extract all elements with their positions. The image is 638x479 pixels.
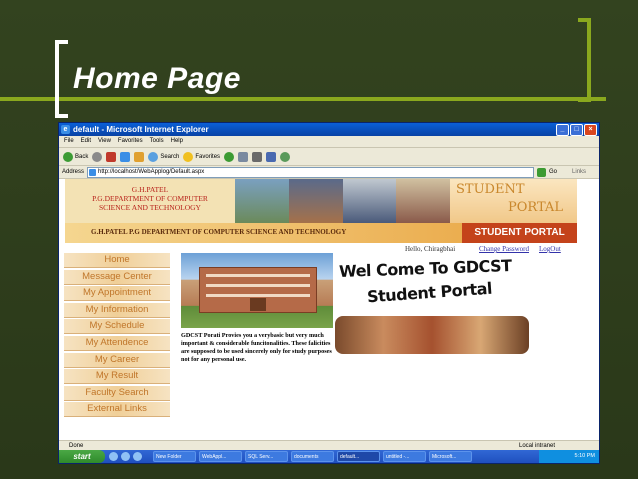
student-portal-logo: STUDENT PORTAL: [450, 179, 577, 223]
edit-icon[interactable]: [266, 151, 277, 162]
quick-launch: [109, 452, 142, 461]
nav-message-center[interactable]: Message Center: [64, 269, 170, 285]
back-button[interactable]: Back: [63, 151, 88, 162]
nav-my-appointment[interactable]: My Appointment: [64, 286, 170, 302]
slide-title: Home Page: [73, 62, 241, 95]
window-title: default - Microsoft Internet Explorer: [73, 125, 209, 134]
address-label: Address: [62, 169, 85, 175]
greeting-text: Hello, Chiragbhai: [405, 245, 456, 253]
header-banner: G.H.PATEL P.G DEPARTMENT OF COMPUTER SCI…: [65, 223, 577, 243]
task-button[interactable]: untitled -...: [383, 451, 426, 462]
search-button[interactable]: Search: [148, 151, 179, 162]
nav-external-links[interactable]: External Links: [64, 402, 170, 418]
menu-tools[interactable]: Tools: [150, 136, 164, 147]
taskbar-tasks: New Folder WebAppl... SQL Serv... docume…: [153, 451, 472, 462]
nav-my-attendence[interactable]: My Attendence: [64, 335, 170, 351]
close-button[interactable]: ×: [584, 124, 597, 136]
menu-file[interactable]: File: [64, 136, 74, 147]
header-photos: [235, 179, 450, 223]
header-photo: [288, 179, 343, 223]
links-button[interactable]: Links: [572, 169, 586, 175]
classroom-photo: [335, 316, 529, 354]
site-header: G.H.PATEL P.G.DEPARTMENT OF COMPUTER SCI…: [65, 179, 577, 243]
org-name: G.H.PATEL P.G.DEPARTMENT OF COMPUTER SCI…: [65, 179, 235, 223]
window-controls: _ □ ×: [556, 124, 597, 136]
task-button[interactable]: New Folder: [153, 451, 196, 462]
address-bar: Address http://localhost/WebApplog/Defau…: [59, 166, 599, 179]
star-icon: [183, 151, 194, 162]
messenger-icon[interactable]: [280, 151, 291, 162]
search-icon: [148, 151, 159, 162]
refresh-icon[interactable]: [120, 151, 131, 162]
forward-arrow-icon[interactable]: [92, 151, 103, 162]
campus-photo: [181, 253, 333, 328]
menu-bar: File Edit View Favorites Tools Help: [59, 136, 599, 148]
slide-bracket-right: [578, 18, 591, 102]
browser-window: e default - Microsoft Internet Explorer …: [58, 122, 600, 464]
task-button[interactable]: SQL Serv...: [245, 451, 288, 462]
minimize-button[interactable]: _: [556, 124, 569, 136]
page-content: G.H.PATEL P.G.DEPARTMENT OF COMPUTER SCI…: [59, 179, 599, 440]
go-icon[interactable]: [537, 167, 547, 177]
task-button-active[interactable]: default...: [337, 451, 380, 462]
header-photo: [235, 179, 289, 223]
slide-divider: [0, 97, 606, 101]
menu-edit[interactable]: Edit: [81, 136, 91, 147]
nav-home[interactable]: Home: [64, 253, 170, 268]
address-input[interactable]: http://localhost/WebApplog/Default.aspx: [87, 166, 535, 178]
menu-favorites[interactable]: Favorites: [118, 136, 143, 147]
nav-my-career[interactable]: My Career: [64, 352, 170, 368]
welcome-heading: Wel Come To GDCST: [338, 255, 512, 282]
nav-my-information[interactable]: My Information: [64, 302, 170, 318]
quick-launch-icon[interactable]: [109, 452, 118, 461]
quick-launch-icon[interactable]: [121, 452, 130, 461]
nav-my-schedule[interactable]: My Schedule: [64, 319, 170, 335]
campus-building: [199, 267, 317, 313]
mail-icon[interactable]: [238, 151, 249, 162]
clock: 5:10 PM: [574, 453, 595, 459]
task-button[interactable]: documents: [291, 451, 334, 462]
taskbar: start New Folder WebAppl... SQL Serv... …: [59, 450, 599, 463]
system-tray: 5:10 PM: [539, 450, 599, 463]
welcome-subheading: Student Portal: [366, 278, 493, 307]
banner-text: G.H.PATEL P.G DEPARTMENT OF COMPUTER SCI…: [91, 228, 347, 236]
back-arrow-icon: [63, 151, 73, 162]
header-photo: [342, 179, 397, 223]
change-password-link[interactable]: Change Password: [479, 245, 529, 253]
task-button[interactable]: Microsoft...: [429, 451, 472, 462]
header-photo: [396, 179, 450, 223]
browser-toolbar: Back Search Favorites: [59, 148, 599, 166]
banner-portal-label: STUDENT PORTAL: [462, 223, 577, 243]
stop-icon[interactable]: [106, 151, 117, 162]
menu-view[interactable]: View: [98, 136, 111, 147]
print-icon[interactable]: [252, 151, 263, 162]
nav-my-result[interactable]: My Result: [64, 369, 170, 385]
nav-faculty-search[interactable]: Faculty Search: [64, 385, 170, 401]
task-button[interactable]: WebAppl...: [199, 451, 242, 462]
portal-description: GDCST Porati Provies you a verybasic but…: [181, 332, 332, 363]
favorites-button[interactable]: Favorites: [183, 151, 220, 162]
history-icon[interactable]: [224, 151, 235, 162]
menu-help[interactable]: Help: [171, 136, 183, 147]
sidebar-nav: Home Message Center My Appointment My In…: [64, 253, 170, 419]
go-button[interactable]: Go: [549, 169, 557, 175]
quick-launch-icon[interactable]: [133, 452, 142, 461]
window-titlebar[interactable]: e default - Microsoft Internet Explorer …: [59, 123, 599, 136]
start-button[interactable]: start: [59, 450, 105, 463]
maximize-button[interactable]: □: [570, 124, 583, 136]
ie-icon: e: [61, 125, 70, 134]
slide-bracket-left: [55, 40, 68, 118]
logout-link[interactable]: LogOut: [539, 245, 561, 253]
page-icon: [89, 168, 97, 176]
home-icon[interactable]: [134, 151, 145, 162]
